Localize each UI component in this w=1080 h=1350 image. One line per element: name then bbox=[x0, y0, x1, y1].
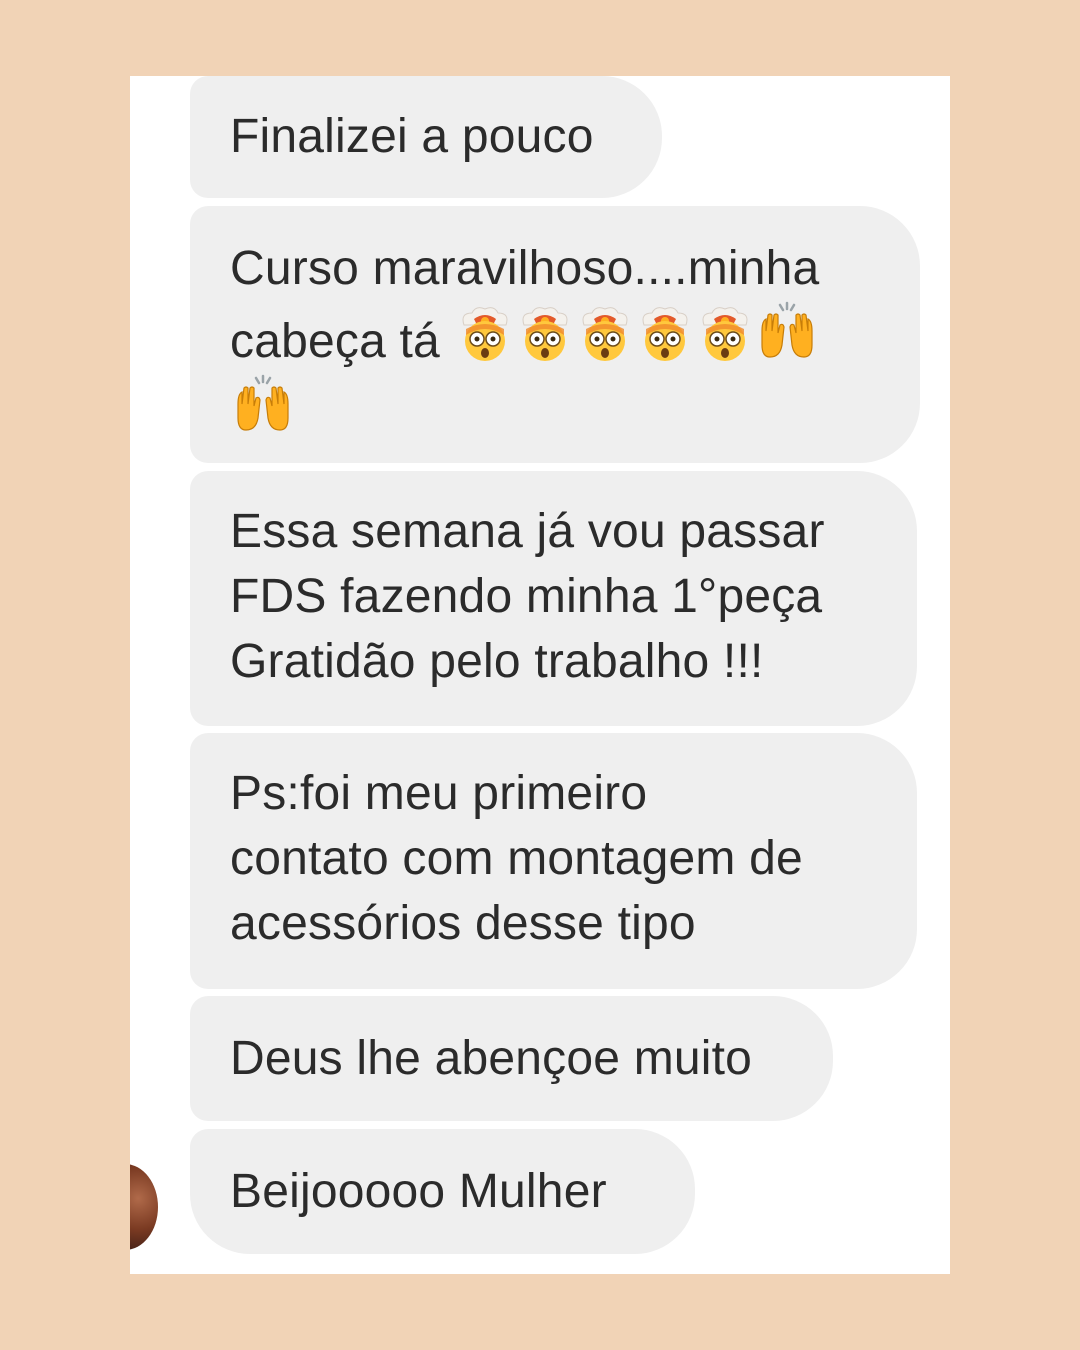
message-text: cabeça tá bbox=[230, 315, 440, 368]
message-bubble-4[interactable]: Ps:foi meu primeiro contato com montagem… bbox=[190, 733, 917, 989]
message-line-with-emoji: cabeça tá bbox=[230, 301, 880, 374]
message-text: Finalizei a pouco bbox=[230, 110, 594, 163]
message-text: Gratidão pelo trabalho !!! bbox=[230, 635, 764, 688]
raised-hands-icon bbox=[760, 301, 813, 358]
chat-screenshot: Finalizei a pouco Curso maravilhoso....m… bbox=[130, 76, 950, 1274]
emoji-group bbox=[454, 301, 818, 368]
message-text: Curso maravilhoso....minha bbox=[230, 242, 820, 295]
exploding-head-icon bbox=[582, 307, 627, 361]
exploding-head-icon bbox=[462, 307, 507, 361]
exploding-head-icon bbox=[642, 307, 687, 361]
message-text: Deus lhe abençoe muito bbox=[230, 1032, 753, 1085]
sender-avatar[interactable] bbox=[130, 1164, 158, 1250]
message-text: Ps:foi meu primeiro bbox=[230, 767, 648, 820]
message-text: Beijooooo Mulher bbox=[230, 1165, 607, 1218]
message-bubble-3[interactable]: Essa semana já vou passar FDS fazendo mi… bbox=[190, 471, 917, 726]
exploding-head-icon bbox=[702, 307, 747, 361]
exploding-head-icon bbox=[522, 307, 567, 361]
message-text: acessórios desse tipo bbox=[230, 897, 696, 950]
message-text: FDS fazendo minha 1°peça bbox=[230, 570, 823, 623]
emoji-group-wrapped bbox=[230, 374, 880, 447]
message-bubble-1[interactable]: Finalizei a pouco bbox=[190, 76, 662, 198]
message-bubble-5[interactable]: Deus lhe abençoe muito bbox=[190, 996, 833, 1121]
message-bubble-2[interactable]: Curso maravilhoso....minha cabeça tá bbox=[190, 206, 920, 463]
message-bubble-6[interactable]: Beijooooo Mulher bbox=[190, 1129, 695, 1254]
message-text: contato com montagem de bbox=[230, 832, 803, 885]
raised-hands-icon bbox=[237, 374, 289, 431]
message-text: Essa semana já vou passar bbox=[230, 505, 825, 558]
